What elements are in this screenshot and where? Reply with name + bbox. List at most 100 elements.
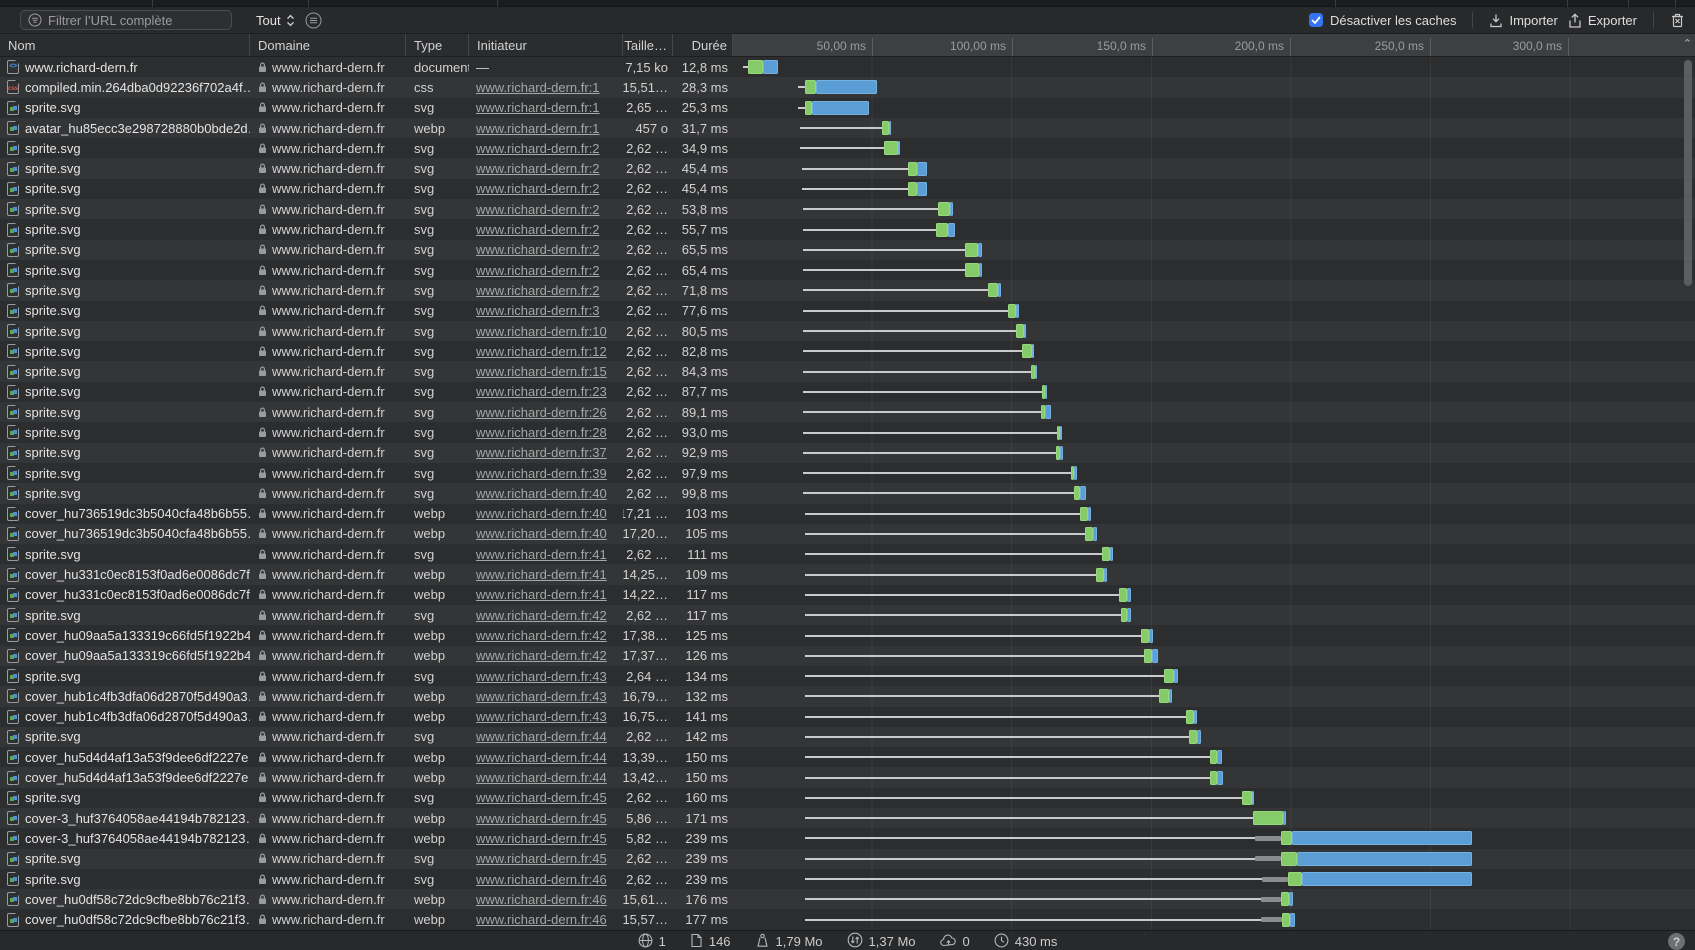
initiator-link[interactable]: www.richard-dern.fr:2 [476, 161, 600, 176]
table-row-request[interactable]: cover_hu09aa5a133319c66fd5f1922b4…www.ri… [0, 625, 1695, 645]
url-filter-input[interactable]: Filtrer l’URL complète [20, 10, 232, 30]
table-row-request[interactable]: sprite.svgwww.richard-dern.frsvgwww.rich… [0, 98, 1695, 118]
table-row-request[interactable]: sprite.svgwww.richard-dern.frsvgwww.rich… [0, 869, 1695, 889]
table-row-request[interactable]: cover_hu331c0ec8153f0ad6e0086dc7f…www.ri… [0, 564, 1695, 584]
table-row-request[interactable]: cover_hu736519dc3b5040cfa48b6b55…www.ric… [0, 524, 1695, 544]
table-row-request[interactable]: cover_hu0df58c72dc9cfbe8bb76c21f3…www.ri… [0, 909, 1695, 929]
table-row-request[interactable]: sprite.svgwww.richard-dern.frsvgwww.rich… [0, 849, 1695, 869]
initiator-link[interactable]: www.richard-dern.fr:40 [476, 526, 607, 541]
column-header-nom[interactable]: Nom [0, 34, 250, 56]
table-row-request[interactable]: cover_hub1c4fb3dfa06d2870f5d490a3…www.ri… [0, 707, 1695, 727]
table-row-request[interactable]: sprite.svgwww.richard-dern.frsvgwww.rich… [0, 443, 1695, 463]
table-row-request[interactable]: sprite.svgwww.richard-dern.frsvgwww.rich… [0, 727, 1695, 747]
initiator-link[interactable]: www.richard-dern.fr:39 [476, 466, 607, 481]
initiator-link[interactable]: www.richard-dern.fr:2 [476, 222, 600, 237]
disable-caches-checkbox[interactable]: Désactiver les caches [1309, 13, 1456, 28]
initiator-link[interactable]: www.richard-dern.fr:10 [476, 324, 607, 339]
initiator-link[interactable]: www.richard-dern.fr:2 [476, 141, 600, 156]
export-button[interactable]: Exporter [1568, 13, 1637, 28]
table-row-request[interactable]: sprite.svgwww.richard-dern.frsvgwww.rich… [0, 483, 1695, 503]
table-row-request[interactable]: cover_hu331c0ec8153f0ad6e0086dc7f…www.ri… [0, 585, 1695, 605]
table-row-request[interactable]: sprite.svgwww.richard-dern.frsvgwww.rich… [0, 544, 1695, 564]
initiator-link[interactable]: www.richard-dern.fr:46 [476, 892, 607, 907]
table-row-request[interactable]: cover_hu09aa5a133319c66fd5f1922b4…www.ri… [0, 646, 1695, 666]
table-row-request[interactable]: sprite.svgwww.richard-dern.frsvgwww.rich… [0, 422, 1695, 442]
initiator-link[interactable]: www.richard-dern.fr:42 [476, 628, 607, 643]
initiator-link[interactable]: www.richard-dern.fr:40 [476, 506, 607, 521]
initiator-link[interactable]: www.richard-dern.fr:2 [476, 263, 600, 278]
initiator-link[interactable]: www.richard-dern.fr:37 [476, 445, 607, 460]
grouping-options-icon[interactable] [305, 12, 322, 29]
initiator-link[interactable]: www.richard-dern.fr:1 [476, 80, 600, 95]
table-row-request[interactable]: cover_hu0df58c72dc9cfbe8bb76c21f3…www.ri… [0, 889, 1695, 909]
initiator-link[interactable]: www.richard-dern.fr:42 [476, 648, 607, 663]
column-header-duree[interactable]: Durée [673, 34, 733, 56]
table-row-request[interactable]: cover_hub1c4fb3dfa06d2870f5d490a3…www.ri… [0, 686, 1695, 706]
column-header-taille[interactable]: Taille… [623, 34, 673, 56]
initiator-link[interactable]: www.richard-dern.fr:2 [476, 283, 600, 298]
initiator-link[interactable]: www.richard-dern.fr:46 [476, 872, 607, 887]
initiator-link[interactable]: www.richard-dern.fr:41 [476, 567, 607, 582]
initiator-link[interactable]: www.richard-dern.fr:44 [476, 729, 607, 744]
table-row-request[interactable]: sprite.svgwww.richard-dern.frsvgwww.rich… [0, 463, 1695, 483]
table-row-request[interactable]: avatar_hu85ecc3e298728880b0bde2d…www.ric… [0, 118, 1695, 138]
table-row-request[interactable]: sprite.svgwww.richard-dern.frsvgwww.rich… [0, 158, 1695, 178]
initiator-link[interactable]: www.richard-dern.fr:44 [476, 770, 607, 785]
table-row-request[interactable]: sprite.svgwww.richard-dern.frsvgwww.rich… [0, 361, 1695, 381]
table-row-request[interactable]: sprite.svgwww.richard-dern.frsvgwww.rich… [0, 321, 1695, 341]
table-row-request[interactable]: sprite.svgwww.richard-dern.frsvgwww.rich… [0, 605, 1695, 625]
initiator-link[interactable]: www.richard-dern.fr:2 [476, 202, 600, 217]
initiator-link[interactable]: www.richard-dern.fr:43 [476, 669, 607, 684]
initiator-link[interactable]: www.richard-dern.fr:15 [476, 364, 607, 379]
table-row-request[interactable]: sprite.svgwww.richard-dern.frsvgwww.rich… [0, 382, 1695, 402]
table-row-request[interactable]: csscompiled.min.264dba0d92236f702a4f…www… [0, 77, 1695, 97]
table-row-request[interactable]: sprite.svgwww.richard-dern.frsvgwww.rich… [0, 240, 1695, 260]
table-row-request[interactable]: sprite.svgwww.richard-dern.frsvgwww.rich… [0, 666, 1695, 686]
table-row-request[interactable]: cover_hu736519dc3b5040cfa48b6b55…www.ric… [0, 504, 1695, 524]
initiator-link[interactable]: www.richard-dern.fr:12 [476, 344, 607, 359]
table-row-request[interactable]: sprite.svgwww.richard-dern.frsvgwww.rich… [0, 402, 1695, 422]
table-row-request[interactable]: sprite.svgwww.richard-dern.frsvgwww.rich… [0, 138, 1695, 158]
import-button[interactable]: Importer [1489, 13, 1557, 28]
initiator-link[interactable]: www.richard-dern.fr:1 [476, 121, 600, 136]
clear-network-items-trash-icon[interactable] [1670, 12, 1685, 28]
table-row-request[interactable]: <>www.richard-dern.frwww.richard-dern.fr… [0, 57, 1695, 77]
table-row-request[interactable]: sprite.svgwww.richard-dern.frsvgwww.rich… [0, 179, 1695, 199]
initiator-link[interactable]: www.richard-dern.fr:46 [476, 912, 607, 927]
initiator-link[interactable]: www.richard-dern.fr:23 [476, 384, 607, 399]
table-row-request[interactable]: cover_hu5d4d4af13a53f9dee6df2227e…www.ri… [0, 767, 1695, 787]
table-row-request[interactable]: sprite.svgwww.richard-dern.frsvgwww.rich… [0, 260, 1695, 280]
table-row-request[interactable]: cover-3_huf3764058ae44194b782123…www.ric… [0, 828, 1695, 848]
initiator-link[interactable]: www.richard-dern.fr:43 [476, 709, 607, 724]
initiator-link[interactable]: www.richard-dern.fr:45 [476, 790, 607, 805]
table-row-request[interactable]: sprite.svgwww.richard-dern.frsvgwww.rich… [0, 788, 1695, 808]
initiator-link[interactable]: www.richard-dern.fr:2 [476, 242, 600, 257]
table-row-request[interactable]: sprite.svgwww.richard-dern.frsvgwww.rich… [0, 280, 1695, 300]
initiator-link[interactable]: www.richard-dern.fr:2 [476, 181, 600, 196]
initiator-link[interactable]: www.richard-dern.fr:40 [476, 486, 607, 501]
initiator-link[interactable]: www.richard-dern.fr:45 [476, 811, 607, 826]
initiator-link[interactable]: www.richard-dern.fr:28 [476, 425, 607, 440]
initiator-link[interactable]: www.richard-dern.fr:41 [476, 587, 607, 602]
initiator-link[interactable]: www.richard-dern.fr:3 [476, 303, 600, 318]
column-header-type[interactable]: Type [406, 34, 469, 56]
table-row-request[interactable]: cover-3_huf3764058ae44194b782123…www.ric… [0, 808, 1695, 828]
vertical-scrollbar[interactable] [1684, 60, 1692, 286]
initiator-link[interactable]: www.richard-dern.fr:41 [476, 547, 607, 562]
initiator-link[interactable]: www.richard-dern.fr:43 [476, 689, 607, 704]
initiator-link[interactable]: www.richard-dern.fr:1 [476, 100, 600, 115]
table-row-request[interactable]: sprite.svgwww.richard-dern.frsvgwww.rich… [0, 219, 1695, 239]
initiator-link[interactable]: www.richard-dern.fr:42 [476, 608, 607, 623]
table-row-request[interactable]: sprite.svgwww.richard-dern.frsvgwww.rich… [0, 199, 1695, 219]
resource-type-select[interactable]: Tout [256, 13, 295, 28]
table-row-request[interactable]: sprite.svgwww.richard-dern.frsvgwww.rich… [0, 341, 1695, 361]
table-row-request[interactable]: cover_hu5d4d4af13a53f9dee6df2227e…www.ri… [0, 747, 1695, 767]
column-header-domaine[interactable]: Domaine [250, 34, 406, 56]
initiator-link[interactable]: www.richard-dern.fr:45 [476, 831, 607, 846]
initiator-link[interactable]: www.richard-dern.fr:26 [476, 405, 607, 420]
scroll-up-arrow-icon[interactable]: ⌃ [1683, 37, 1692, 50]
initiator-link[interactable]: www.richard-dern.fr:45 [476, 851, 607, 866]
help-button[interactable]: ? [1668, 933, 1685, 950]
table-row-request[interactable]: sprite.svgwww.richard-dern.frsvgwww.rich… [0, 301, 1695, 321]
initiator-link[interactable]: www.richard-dern.fr:44 [476, 750, 607, 765]
